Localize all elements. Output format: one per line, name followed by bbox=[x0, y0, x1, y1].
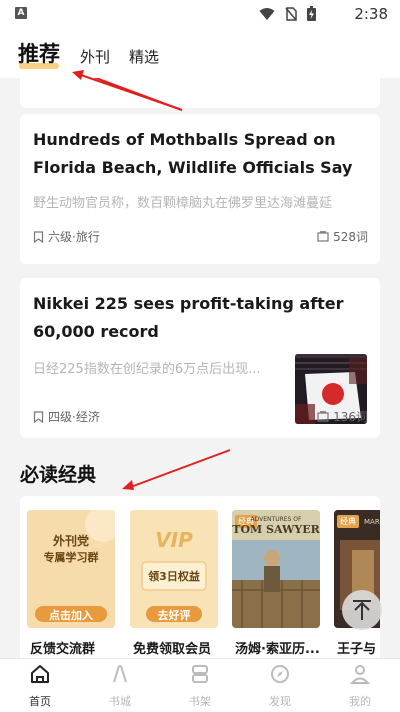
article-card-partial[interactable] bbox=[20, 78, 380, 108]
bottom-nav: 首页 书城 书架 发现 我的 bbox=[0, 658, 400, 712]
article-word-count: 528词 bbox=[317, 228, 368, 245]
article-card[interactable]: Nikkei 225 sees profit-taking after 60,0… bbox=[20, 278, 380, 438]
nav-label: 发现 bbox=[269, 695, 291, 708]
nav-home[interactable]: 首页 bbox=[0, 663, 80, 709]
tab-featured[interactable]: 精选 bbox=[129, 46, 159, 67]
book-icon bbox=[317, 231, 329, 242]
book-cover-text: MARK bbox=[364, 518, 380, 526]
book-title: 反馈交流群 bbox=[30, 642, 96, 657]
home-icon bbox=[31, 665, 49, 683]
article-word-count: 136词 bbox=[317, 408, 368, 425]
article-card[interactable]: Hundreds of Mothballs Spread on Florida … bbox=[20, 114, 380, 264]
article-level-text: 四级·经济 bbox=[48, 410, 100, 424]
nav-label: 首页 bbox=[29, 695, 51, 708]
bookmark-icon bbox=[33, 410, 44, 423]
tab-recommended[interactable]: 推荐 bbox=[18, 38, 60, 68]
nav-bookstore[interactable]: 书城 bbox=[80, 663, 160, 709]
compass-icon bbox=[271, 665, 289, 683]
nav-label: 我的 bbox=[349, 695, 371, 708]
book-cover-tom-sawyer[interactable]: 经典 ADVENTURES OF TOM SAWYER bbox=[232, 510, 320, 628]
book-title: 汤姆·索亚历... bbox=[235, 642, 320, 657]
bookmark-icon bbox=[33, 230, 44, 243]
tab-foreign-journals[interactable]: 外刊 bbox=[80, 46, 110, 67]
bookshelf-icon bbox=[192, 665, 208, 683]
book-cover-text: ADVENTURES OF bbox=[250, 516, 302, 523]
no-sim-icon bbox=[285, 6, 297, 21]
article-word-count-text: 136词 bbox=[333, 410, 368, 424]
books-carousel[interactable]: 外刊党 专属学习群 点击加入 反馈交流群 VIP 领3日权益 去好评 免费领取会… bbox=[20, 496, 380, 658]
nav-discover[interactable]: 发现 bbox=[240, 663, 320, 709]
book-cover-text: 外刊党 bbox=[52, 534, 89, 548]
book-cover-text: 专属学习群 bbox=[43, 551, 99, 564]
article-word-count-text: 528词 bbox=[333, 230, 368, 244]
top-tab-bar: 推荐 外刊 精选 bbox=[0, 28, 400, 78]
user-icon bbox=[349, 665, 371, 684]
status-bar: A 2:38 bbox=[0, 0, 400, 28]
book-cover-text: 领3日权益 bbox=[148, 570, 200, 583]
status-time: 2:38 bbox=[354, 5, 388, 23]
book-cover-vip[interactable]: VIP 领3日权益 去好评 bbox=[130, 510, 218, 628]
book-title: 王子与 bbox=[337, 642, 377, 657]
rate-button[interactable]: 去好评 bbox=[130, 607, 218, 623]
book-cover-text: TOM SAWYER bbox=[232, 523, 320, 536]
nav-bookshelf[interactable]: 书架 bbox=[160, 663, 240, 709]
book-icon bbox=[317, 411, 329, 422]
feed[interactable]: Hundreds of Mothballs Spread on Florida … bbox=[0, 78, 400, 658]
app-notification-icon: A bbox=[15, 7, 27, 19]
section-title: 必读经典 bbox=[20, 464, 97, 486]
classic-tag: 经典 bbox=[337, 515, 359, 528]
article-title: Nikkei 225 sees profit-taking after 60,0… bbox=[33, 294, 344, 341]
book-cover-text: VIP bbox=[155, 528, 193, 552]
join-group-button[interactable]: 点击加入 bbox=[27, 607, 115, 623]
battery-charging-icon bbox=[307, 6, 316, 21]
book-title: 免费领取会员 bbox=[133, 642, 212, 657]
article-level-text: 六级·旅行 bbox=[48, 230, 100, 244]
book-cover-community[interactable]: 外刊党 专属学习群 点击加入 bbox=[27, 510, 115, 628]
article-level: 四级·经济 bbox=[33, 408, 100, 425]
nav-label: 书架 bbox=[189, 695, 211, 708]
article-summary: 野生动物官员称，数百颗樟脑丸在佛罗里达海滩蔓延 bbox=[33, 196, 333, 211]
wifi-icon bbox=[259, 7, 275, 20]
article-title: Hundreds of Mothballs Spread on Florida … bbox=[33, 130, 353, 177]
article-summary: 日经225指数在创纪录的6万点后出现... bbox=[33, 362, 261, 377]
status-icons bbox=[259, 6, 316, 21]
bookstore-icon bbox=[113, 665, 127, 683]
article-level: 六级·旅行 bbox=[33, 228, 100, 245]
scroll-to-top-button[interactable] bbox=[342, 590, 382, 630]
arrow-up-icon bbox=[353, 600, 371, 620]
nav-label: 书城 bbox=[109, 695, 131, 708]
nav-profile[interactable]: 我的 bbox=[320, 663, 400, 709]
